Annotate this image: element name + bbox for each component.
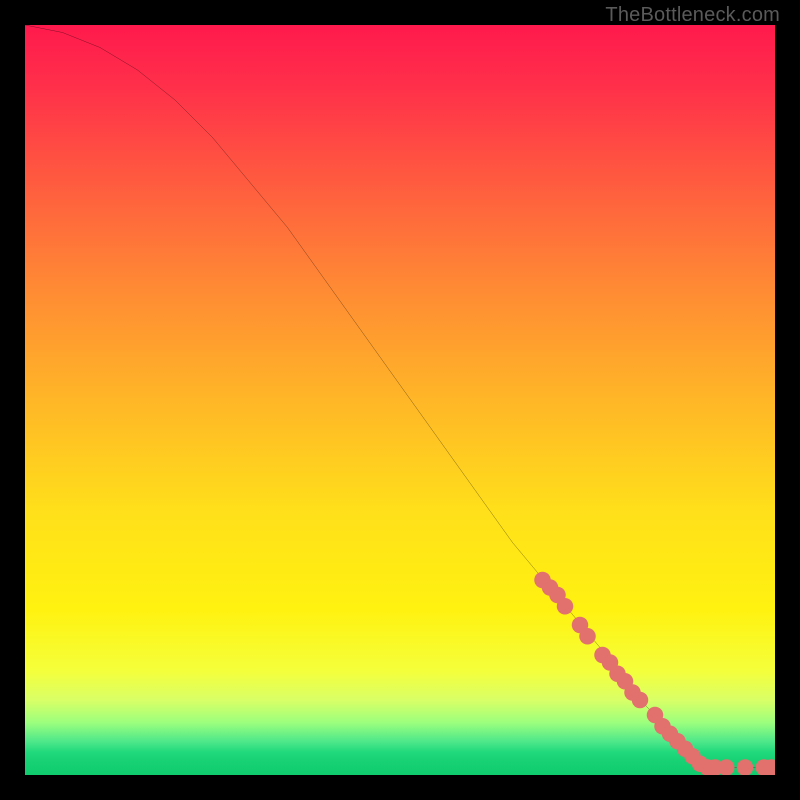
chart-svg [25,25,775,775]
marker-point [737,759,754,775]
marker-point [579,628,596,645]
marker-point [718,759,735,775]
marker-point [632,692,649,709]
marker-point [557,598,574,615]
bottleneck-curve-path [25,25,775,768]
watermark-text: TheBottleneck.com [605,4,780,27]
chart-root: TheBottleneck.com [0,0,800,800]
plot-area [25,25,775,775]
marker-layer [534,572,775,775]
curve-layer [25,25,775,768]
